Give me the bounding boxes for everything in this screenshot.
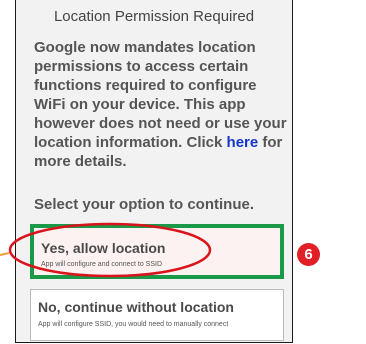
allow-location-title: Yes, allow location	[41, 240, 166, 256]
pointer-arrow	[0, 252, 10, 256]
dialog-title: Location Permission Required	[53, 8, 255, 25]
permission-message: Google now mandates location permissions…	[34, 38, 290, 171]
continue-without-location-subtitle: App will configure SSID, you would need …	[38, 321, 229, 328]
step-number-badge: 6	[297, 243, 320, 266]
continue-without-location-title: No, continue without location	[38, 299, 234, 315]
continue-without-location-button[interactable]: No, continue without location App will c…	[30, 289, 284, 341]
location-permission-dialog: Location Permission Required Google now …	[15, 0, 293, 343]
select-option-prompt: Select your option to continue.	[34, 196, 255, 213]
more-details-link[interactable]: here	[227, 134, 259, 151]
allow-location-button[interactable]: Yes, allow location App will configure a…	[30, 224, 284, 279]
allow-location-subtitle: App will configure and connect to SSID	[41, 261, 163, 268]
